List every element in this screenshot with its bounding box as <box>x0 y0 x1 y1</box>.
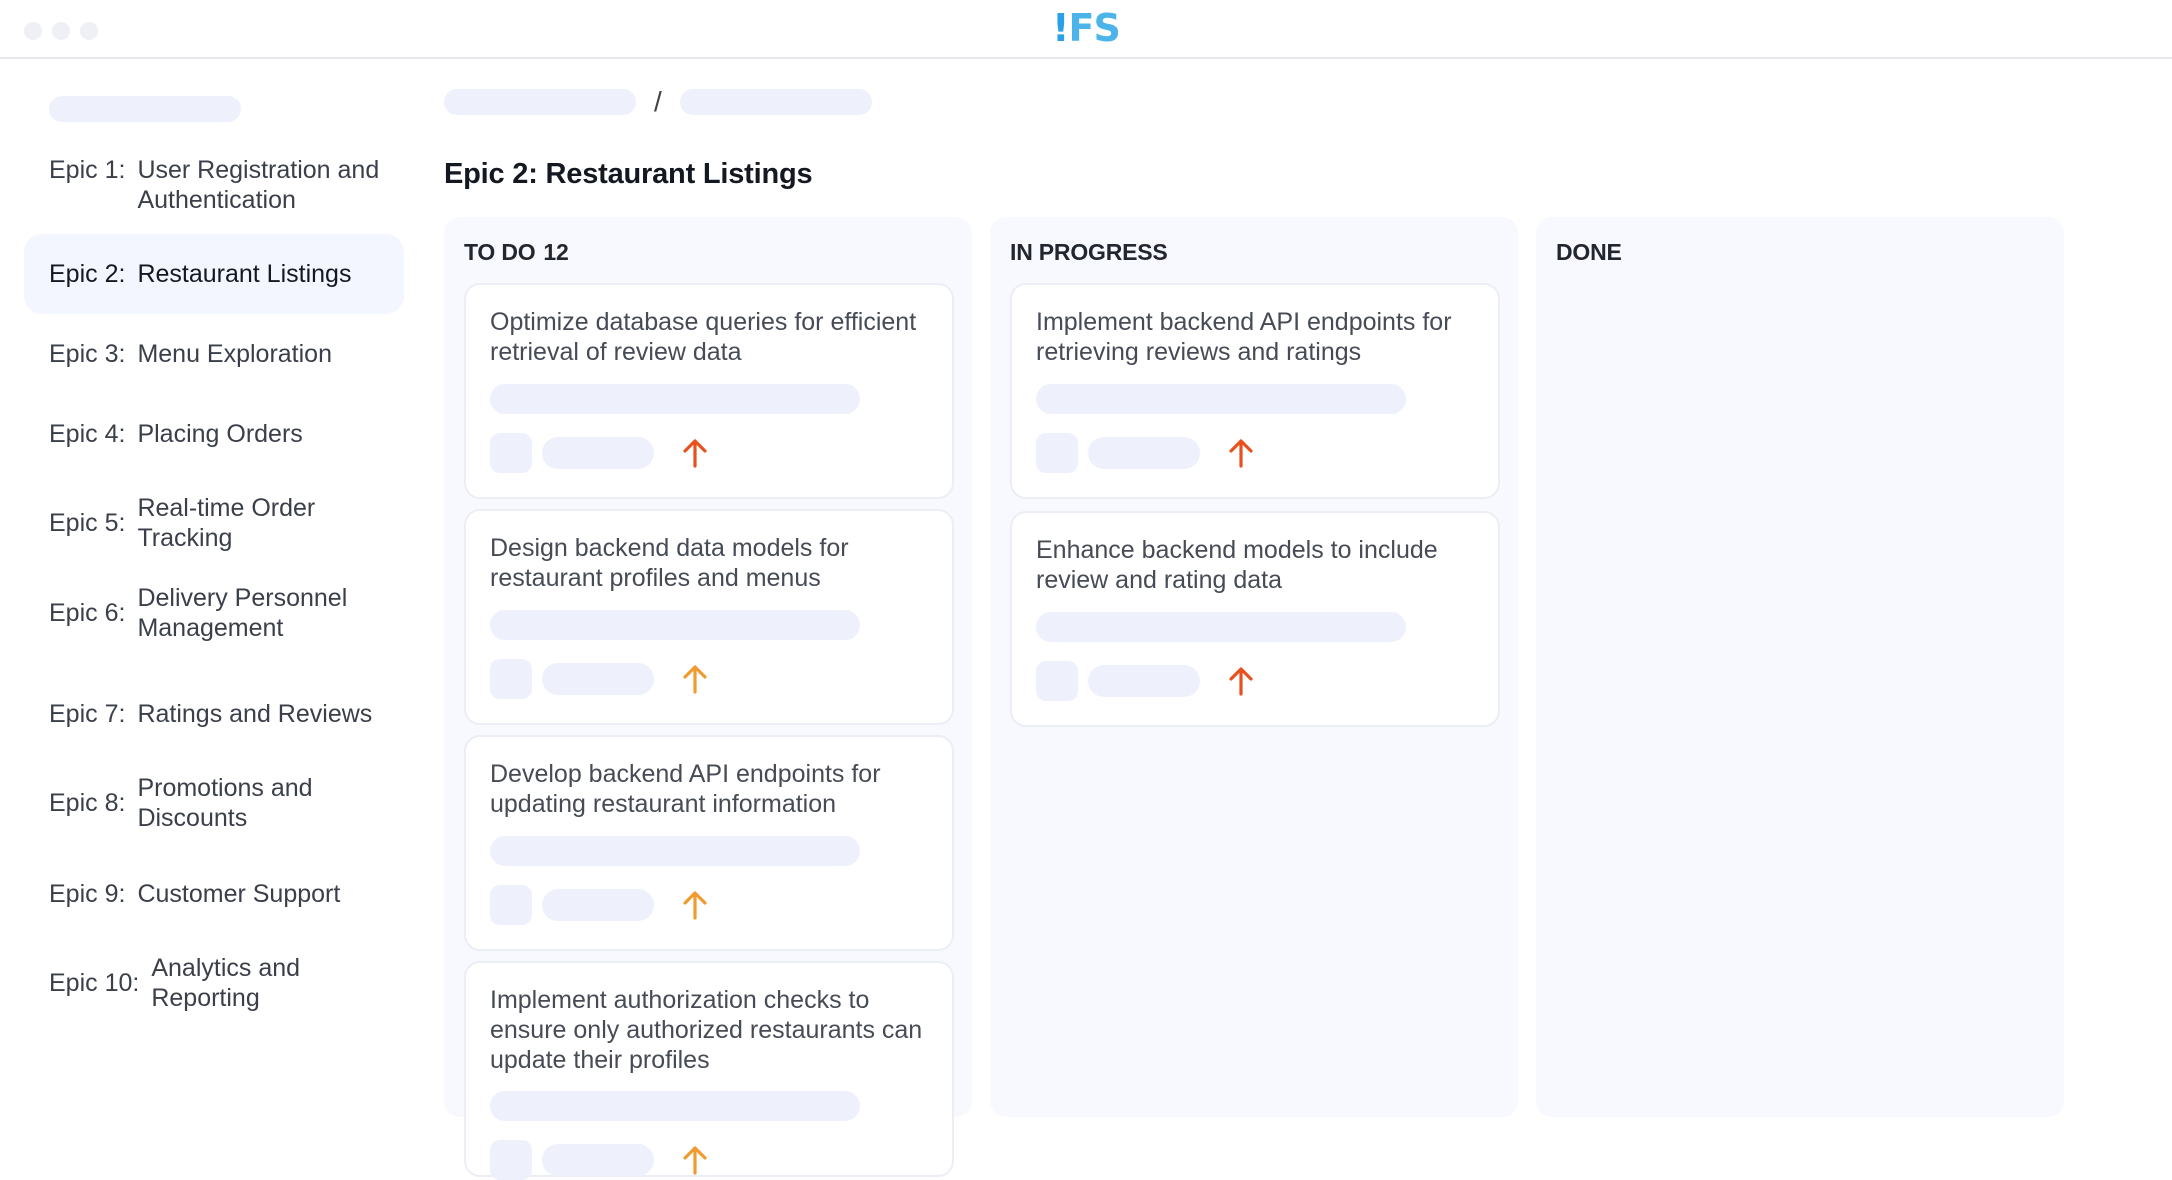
task-tag-placeholder <box>1088 665 1200 697</box>
task-card[interactable]: Enhance backend models to include review… <box>1010 511 1500 727</box>
arrow-up-icon <box>680 663 710 695</box>
task-card[interactable]: Implement authorization checks to ensure… <box>464 961 954 1180</box>
avatar[interactable] <box>490 433 532 473</box>
epic-title: Ratings and Reviews <box>137 700 373 728</box>
task-card[interactable]: Develop backend API endpoints for updati… <box>464 735 954 951</box>
epic-number: Epic 6: <box>49 599 126 627</box>
task-card-meta <box>490 659 710 699</box>
arrow-up-icon <box>680 437 710 469</box>
sidebar-item-epic-10[interactable]: Epic 10: Analytics and Reporting <box>24 953 404 1015</box>
task-card-title: Design backend data models for restauran… <box>490 534 849 592</box>
top-bar: !FS <box>0 0 2172 59</box>
breadcrumb-separator: / <box>654 86 662 117</box>
sidebar-item-epic-1[interactable]: Epic 1: User Registration and Authentica… <box>24 155 404 214</box>
task-card[interactable]: Implement backend API endpoints for retr… <box>1010 283 1500 499</box>
page-title: Epic 2: Restaurant Listings <box>444 158 813 190</box>
task-card-meta <box>490 885 710 925</box>
board-column-todo: TO DO 12 Optimize database queries for ef… <box>444 217 972 1180</box>
epic-number: Epic 10: <box>49 969 140 997</box>
column-header: IN PROGRESS <box>1010 239 1168 266</box>
app-logo: !FS <box>1052 6 1121 50</box>
task-card-placeholder <box>490 384 860 414</box>
task-card-meta <box>490 1140 710 1180</box>
task-card-meta <box>1036 433 1256 473</box>
breadcrumb-item-placeholder[interactable] <box>444 89 636 115</box>
epic-title: Customer Support <box>137 880 341 908</box>
epic-number: Epic 7: <box>49 700 126 728</box>
task-card[interactable]: Design backend data models for restauran… <box>464 509 954 725</box>
epic-number: Epic 9: <box>49 880 126 908</box>
arrow-up-icon <box>680 1144 710 1176</box>
breadcrumb: / <box>444 86 872 118</box>
task-tag-placeholder <box>542 889 654 921</box>
sidebar-item-epic-5[interactable]: Epic 5: Real-time Order Tracking <box>24 493 404 555</box>
epic-title: Restaurant Listings <box>137 260 352 288</box>
sidebar-item-epic-2[interactable]: Epic 2: Restaurant Listings <box>24 234 404 314</box>
task-tag-placeholder <box>542 663 654 695</box>
epic-number: Epic 8: <box>49 789 126 817</box>
avatar[interactable] <box>490 885 532 925</box>
avatar[interactable] <box>490 659 532 699</box>
task-card-placeholder <box>490 610 860 640</box>
epic-title: Real-time Order Tracking <box>137 494 316 552</box>
task-tag-placeholder <box>542 437 654 469</box>
sidebar-item-epic-7[interactable]: Epic 7: Ratings and Reviews <box>24 699 404 739</box>
task-card-meta <box>490 433 710 473</box>
sidebar-item-epic-4[interactable]: Epic 4: Placing Orders <box>24 419 404 459</box>
arrow-up-icon <box>680 889 710 921</box>
task-card-meta <box>1036 661 1256 701</box>
sidebar-header-placeholder <box>49 96 241 122</box>
epic-title: Menu Exploration <box>137 340 332 368</box>
epic-title: Analytics and Reporting <box>151 954 301 1012</box>
epic-number: Epic 4: <box>49 420 126 448</box>
task-card-title: Enhance backend models to include review… <box>1036 536 1438 594</box>
avatar[interactable] <box>1036 433 1078 473</box>
arrow-up-icon <box>1226 665 1256 697</box>
breadcrumb-item-placeholder[interactable] <box>679 89 872 115</box>
epic-title: User Registration and Authentication <box>137 156 380 214</box>
sidebar-item-epic-9[interactable]: Epic 9: Customer Support <box>24 879 404 919</box>
task-card-placeholder <box>490 836 860 866</box>
epic-number: Epic 5: <box>49 509 126 537</box>
sidebar-item-epic-3[interactable]: Epic 3: Menu Exploration <box>24 339 404 379</box>
column-header: TO DO 12 <box>464 239 569 266</box>
task-card-title: Implement authorization checks to ensure… <box>490 986 923 1074</box>
epic-title: Delivery Personnel Management <box>137 584 348 642</box>
arrow-up-icon <box>1226 437 1256 469</box>
board-column-in-progress: IN PROGRESS Implement backend API endpoi… <box>990 217 1518 1117</box>
epic-title: Placing Orders <box>137 420 303 448</box>
epic-number: Epic 2: <box>49 260 126 288</box>
column-name: IN PROGRESS <box>1010 239 1168 265</box>
task-card-placeholder <box>490 1091 860 1121</box>
board-column-done: DONE <box>1536 217 2064 1117</box>
task-card-placeholder <box>1036 384 1406 414</box>
epic-number: Epic 1: <box>49 156 126 184</box>
task-card-title: Implement backend API endpoints for retr… <box>1036 308 1452 366</box>
task-card-title: Develop backend API endpoints for updati… <box>490 760 881 818</box>
task-card[interactable]: Optimize database queries for efficient … <box>464 283 954 499</box>
epic-title: Promotions and Discounts <box>137 774 313 832</box>
avatar[interactable] <box>1036 661 1078 701</box>
sidebar-item-epic-6[interactable]: Epic 6: Delivery Personnel Management <box>24 583 404 645</box>
task-card-placeholder <box>1036 612 1406 642</box>
avatar[interactable] <box>490 1140 532 1180</box>
column-header: DONE <box>1556 239 1622 266</box>
task-card-title: Optimize database queries for efficient … <box>490 308 917 366</box>
column-count: 12 <box>543 239 569 265</box>
sidebar: Epic 1: User Registration and Authentica… <box>24 60 404 1100</box>
epic-number: Epic 3: <box>49 340 126 368</box>
sidebar-item-epic-8[interactable]: Epic 8: Promotions and Discounts <box>24 773 404 835</box>
column-name: DONE <box>1556 239 1622 265</box>
column-name: TO DO <box>464 239 536 265</box>
task-tag-placeholder <box>1088 437 1200 469</box>
task-tag-placeholder <box>542 1144 654 1176</box>
